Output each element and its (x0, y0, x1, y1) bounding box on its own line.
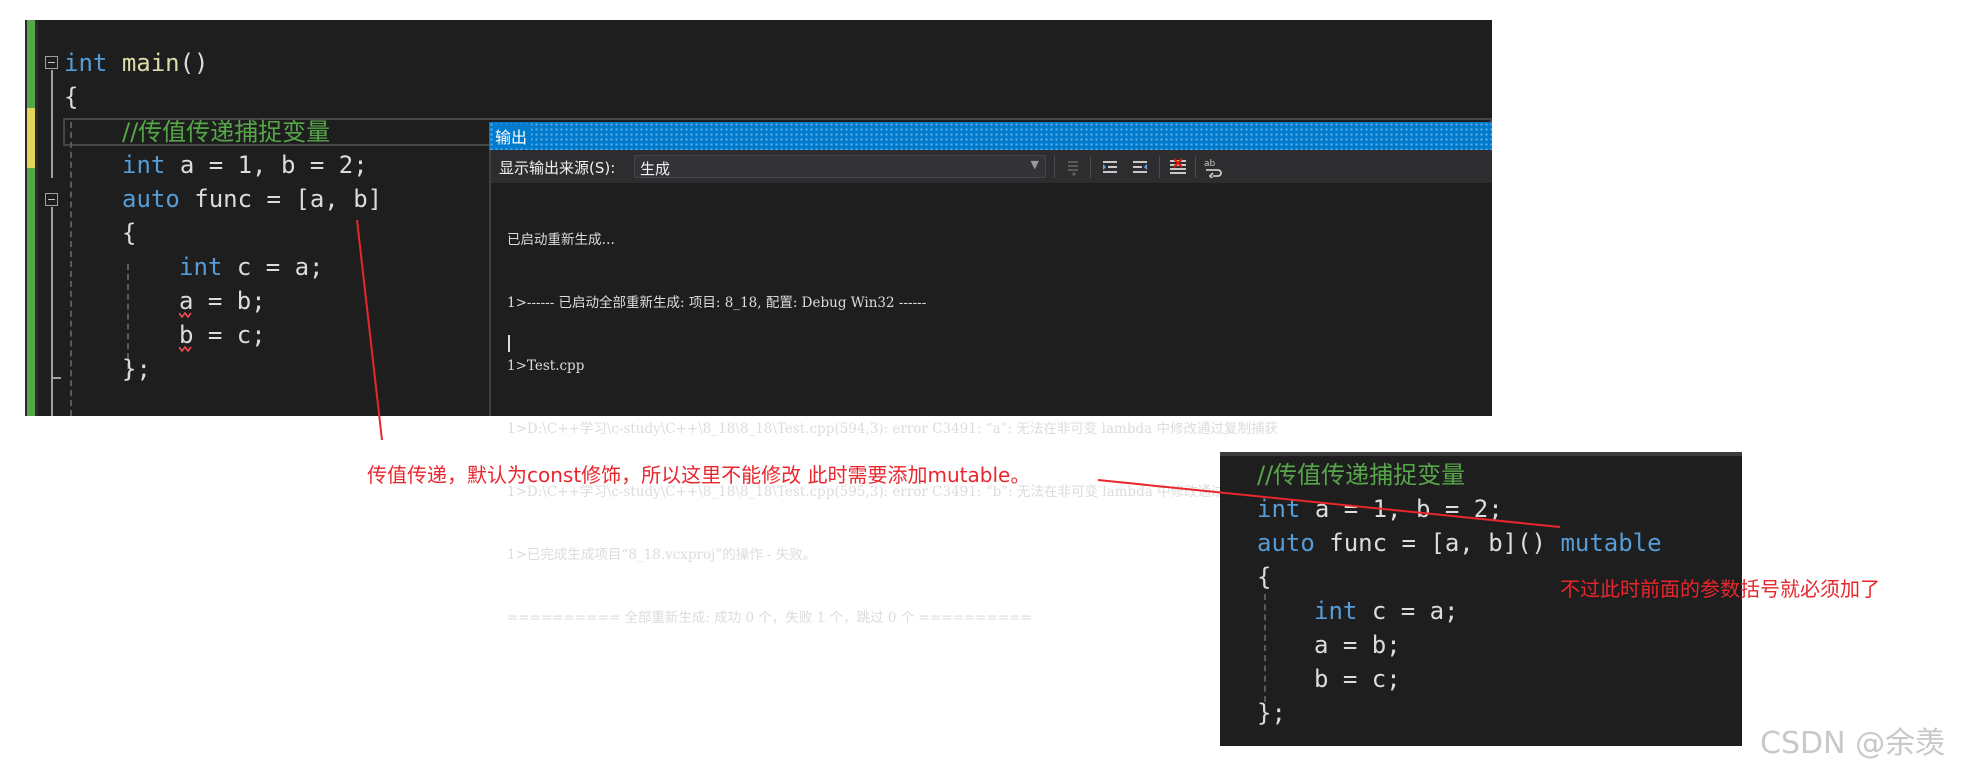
code-text: a = 1, b = 2; (179, 151, 368, 179)
code-line-7: b = c; (1314, 665, 1401, 693)
outline-line (51, 207, 53, 377)
collapse-main-icon[interactable] (45, 56, 58, 69)
code-line-8: a = b; (179, 287, 266, 315)
code-text: a = 1, b = 2; (1314, 495, 1503, 523)
keyword: int (122, 151, 166, 179)
error-squiggle[interactable] (179, 346, 192, 352)
code-line-1: int main() (64, 46, 209, 80)
code-line-6: a = b; (1314, 631, 1401, 659)
keyword: int (64, 49, 108, 77)
annotation-note-2: 不过此时前面的参数括号就必须加了 (1560, 577, 1880, 601)
collapse-lambda-icon[interactable] (45, 193, 58, 206)
toggle-word-wrap-icon[interactable]: ab (1203, 156, 1225, 178)
indent-guide (70, 122, 72, 416)
code-line-2: { (64, 83, 79, 111)
saved-change-marker (27, 20, 35, 108)
code-line-3: auto func = [a, b]() mutable (1257, 526, 1662, 560)
toolbar-separator (1090, 156, 1091, 178)
code-line-6: { (122, 219, 137, 247)
log-line: 已启动重新生成… (507, 232, 615, 248)
keyword: int (1314, 597, 1358, 625)
code-text: () (179, 49, 209, 77)
output-titlebar[interactable]: 输出 (489, 122, 1492, 150)
panel-border (489, 150, 491, 416)
watermark: CSDN @余羡 (1760, 726, 1946, 761)
previous-message-icon[interactable] (1099, 156, 1121, 178)
outline-line (51, 70, 53, 178)
svg-text:ab: ab (1204, 159, 1216, 169)
output-title: 输出 (495, 124, 532, 148)
toolbar-separator (1054, 156, 1055, 178)
code-line-4: int a = 1, b = 2; (122, 148, 368, 182)
find-message-icon[interactable] (1062, 156, 1084, 178)
function-name: main (121, 49, 180, 77)
log-line: 1>------ 已启动全部重新生成: 项目: 8_18, 配置: Debug … (507, 295, 927, 311)
code-line-4: { (1257, 563, 1272, 591)
outline-line (51, 379, 53, 416)
toolbar-separator (1159, 156, 1160, 178)
log-line: 1>Test.cpp (507, 358, 585, 374)
source-value: 生成 (640, 160, 671, 178)
snippet-border (1220, 452, 1742, 456)
code-line-2: int a = 1, b = 2; (1257, 492, 1503, 526)
output-toolbar: 显示输出来源(S): 生成 ▼ ab (489, 150, 1492, 183)
indent-guide (1264, 594, 1266, 702)
text-caret (508, 335, 510, 352)
code-line-10: }; (122, 355, 151, 383)
code-text: func = [a, b]() (1329, 529, 1546, 557)
keyword: mutable (1560, 529, 1662, 557)
code-line-5: int c = a; (1314, 594, 1459, 628)
output-panel[interactable]: 输出 显示输出来源(S): 生成 ▼ ab 已启动重新生成… 1>------ … (489, 122, 1492, 626)
keyword: int (1257, 495, 1301, 523)
code-text: c = a; (236, 253, 324, 281)
source-label: 显示输出来源(S): (499, 159, 616, 177)
code-line-7: int c = a; (179, 250, 324, 284)
keyword: int (179, 253, 223, 281)
code-text: func = [a, b] (194, 185, 383, 213)
code-comment: //传值传递捕捉变量 (1257, 461, 1466, 489)
error-squiggle[interactable] (179, 312, 192, 318)
toolbar-separator (1195, 156, 1196, 178)
next-message-icon[interactable] (1129, 156, 1151, 178)
saved-change-marker (27, 168, 35, 416)
log-line: ========== 全部重新生成: 成功 0 个，失败 1 个，跳过 0 个 … (507, 610, 1032, 626)
keyword: auto (122, 185, 180, 213)
chevron-down-icon: ▼ (1030, 158, 1039, 171)
output-log[interactable]: 已启动重新生成… 1>------ 已启动全部重新生成: 项目: 8_18, 配… (507, 188, 1279, 671)
log-line: 1>D:\C++学习\c-study\C++\8_18\8_18\Test.cp… (507, 421, 1278, 437)
code-line-5: auto func = [a, b] (122, 182, 382, 216)
code-line-9: b = c; (179, 321, 266, 349)
log-line: 1>已完成生成项目“8_18.vcxproj”的操作 - 失败。 (507, 547, 817, 563)
clear-all-icon[interactable] (1167, 156, 1189, 178)
code-line-8: }; (1257, 699, 1286, 727)
keyword: auto (1257, 529, 1315, 557)
output-source-dropdown[interactable]: 生成 ▼ (634, 155, 1046, 178)
code-comment: //传值传递捕捉变量 (122, 118, 331, 146)
code-text: c = a; (1371, 597, 1459, 625)
annotation-note-1: 传值传递，默认为const修饰，所以这里不能修改 此时需要添加mutable。 (367, 463, 1031, 487)
unsaved-change-marker (27, 108, 35, 168)
